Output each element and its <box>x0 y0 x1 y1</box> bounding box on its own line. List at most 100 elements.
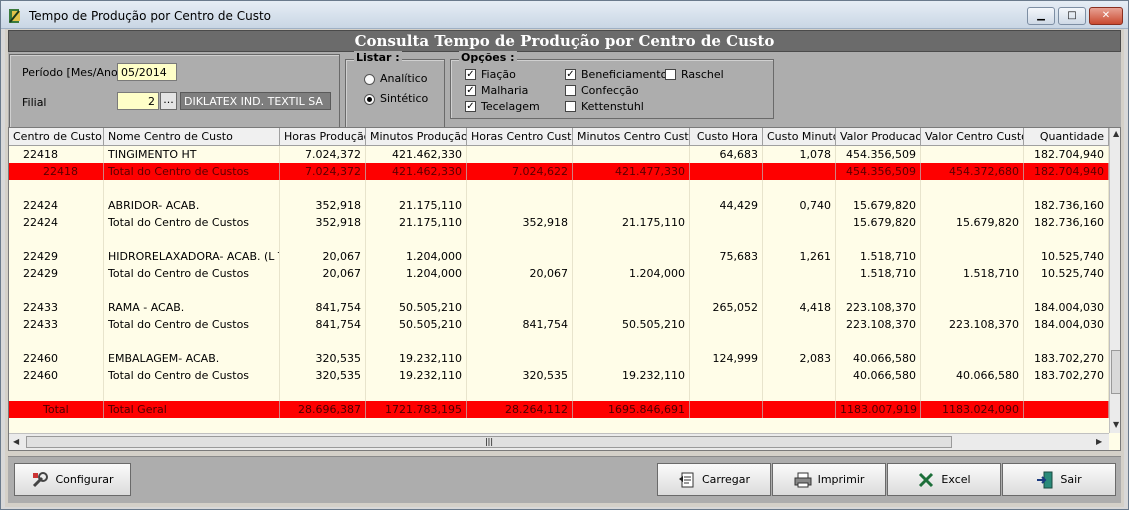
column-header-centro-custo[interactable]: Centro de Custo <box>9 128 104 145</box>
cell-horas-centro-custo <box>467 350 573 367</box>
minimize-button[interactable]: ▁ <box>1027 7 1055 25</box>
column-header-horas-producao[interactable]: Horas Produção <box>280 128 366 145</box>
cell-custo-hora <box>690 265 763 282</box>
cell-quantidade: 10.525,740 <box>1024 248 1109 265</box>
radio-analitico[interactable] <box>364 74 375 85</box>
cell-valor-centro-custo: 223.108,370 <box>921 316 1024 333</box>
scroll-left-icon[interactable]: ◀ <box>13 437 19 446</box>
table-row[interactable] <box>9 282 1109 299</box>
selected-total-row[interactable]: 22418 Total do Centro de Custos 7.024,372 4… <box>9 163 1109 180</box>
page-title: Consulta Tempo de Produção por Centro de… <box>354 32 775 50</box>
cell-horas-producao: 7.024,372 <box>280 163 366 180</box>
column-header-quantidade[interactable]: Quantidade <box>1024 128 1109 145</box>
cell-custo-minuto <box>763 384 836 401</box>
cell-minutos-centro-custo <box>573 231 690 248</box>
table-row[interactable] <box>9 231 1109 248</box>
data-grid[interactable]: Centro de Custo Nome Centro de Custo Horas… <box>8 127 1121 451</box>
table-row[interactable]: 22433 RAMA - ACAB. 841,754 50.505,210 265,05… <box>9 299 1109 316</box>
bottom-toolbar: Configurar Carregar Imprimir Excel Sair <box>8 456 1121 503</box>
cell-valor-producao: 223.108,370 <box>836 299 921 316</box>
cell-minutos-centro-custo: 421.477,330 <box>573 163 690 180</box>
horizontal-scrollbar[interactable]: ◀ ||| ▶ <box>9 433 1109 450</box>
filial-search-button[interactable]: ... <box>160 92 177 110</box>
table-row[interactable]: 22460 EMBALAGEM- ACAB. 320,535 19.232,110 12… <box>9 350 1109 367</box>
cell-valor-producao: 223.108,370 <box>836 316 921 333</box>
close-button[interactable]: ✕ <box>1089 7 1123 25</box>
grand-total-row[interactable]: Total Total Geral 28.696,387 1721.783,195 28… <box>9 401 1109 418</box>
cell-minutos-producao: 50.505,210 <box>366 316 467 333</box>
checkbox-malharia[interactable]: ✓ <box>465 85 476 96</box>
cell-horas-producao: 352,918 <box>280 214 366 231</box>
column-header-minutos-producao[interactable]: Minutos Produção <box>366 128 467 145</box>
cell-valor-producao: 454.356,509 <box>836 163 921 180</box>
scroll-right-icon[interactable]: ▶ <box>1096 437 1102 446</box>
checkbox-kettenstuhl[interactable] <box>565 101 576 112</box>
cell-quantidade: 184.004,030 <box>1024 316 1109 333</box>
table-row[interactable] <box>9 333 1109 350</box>
vertical-scrollbar[interactable]: ▲ ▼ <box>1109 128 1120 433</box>
configurar-button[interactable]: Configurar <box>14 463 131 496</box>
table-row[interactable]: 22460 Total do Centro de Custos 320,535 19.… <box>9 367 1109 384</box>
table-row[interactable]: 22433 Total do Centro de Custos 841,754 50.… <box>9 316 1109 333</box>
window-title: Tempo de Produção por Centro de Custo <box>29 9 272 23</box>
radio-analitico-label: Analítico <box>380 72 428 85</box>
cell-horas-producao: 20,067 <box>280 265 366 282</box>
carregar-label: Carregar <box>701 473 751 486</box>
cell-minutos-centro-custo <box>573 384 690 401</box>
cell-custo-minuto <box>763 214 836 231</box>
exit-door-icon <box>1037 471 1053 488</box>
column-header-valor-producao[interactable]: Valor Producao <box>836 128 921 145</box>
cell-horas-centro-custo <box>467 231 573 248</box>
grid-header: Centro de Custo Nome Centro de Custo Horas… <box>9 128 1109 146</box>
cell-quantidade <box>1024 231 1109 248</box>
checkbox-tecelagem[interactable]: ✓ <box>465 101 476 112</box>
vertical-scroll-thumb[interactable] <box>1111 350 1120 394</box>
cell-custo-minuto <box>763 333 836 350</box>
column-header-horas-centro-custo[interactable]: Horas Centro Custo <box>467 128 573 145</box>
column-header-valor-centro-custo[interactable]: Valor Centro Custo <box>921 128 1024 145</box>
table-row[interactable] <box>9 180 1109 197</box>
filial-code-input[interactable]: 2 <box>117 92 159 110</box>
cell-quantidade: 182.704,940 <box>1024 146 1109 163</box>
radio-sintetico[interactable] <box>364 94 375 105</box>
horizontal-scroll-thumb[interactable]: ||| <box>26 436 952 448</box>
table-row[interactable]: 22424 ABRIDOR- ACAB. 352,918 21.175,110 44,4… <box>9 197 1109 214</box>
checkbox-raschel[interactable] <box>665 69 676 80</box>
checkbox-fiacao-label: Fiação <box>481 68 516 81</box>
checkbox-tecelagem-label: Tecelagem <box>481 100 540 113</box>
column-header-minutos-centro-custo[interactable]: Minutos Centro Custo <box>573 128 690 145</box>
maximize-button[interactable]: □ <box>1058 7 1086 25</box>
excel-button[interactable]: Excel <box>887 463 1001 496</box>
table-row[interactable]: 22429 HIDRORELAXADORA- ACAB. (L T) 20,067 1… <box>9 248 1109 265</box>
cell-quantidade: 183.702,270 <box>1024 350 1109 367</box>
imprimir-button[interactable]: Imprimir <box>772 463 886 496</box>
cell-valor-producao: 15.679,820 <box>836 214 921 231</box>
cell-valor-centro-custo: 40.066,580 <box>921 367 1024 384</box>
cell-valor-producao: 15.679,820 <box>836 197 921 214</box>
scroll-up-icon[interactable]: ▲ <box>1113 129 1119 138</box>
sair-button[interactable]: Sair <box>1002 463 1116 496</box>
table-row[interactable] <box>9 384 1109 401</box>
column-header-custo-minuto[interactable]: Custo Minuto <box>763 128 836 145</box>
checkbox-confeccao[interactable] <box>565 85 576 96</box>
cell-horas-centro-custo <box>467 282 573 299</box>
checkbox-fiacao[interactable]: ✓ <box>465 69 476 80</box>
cell-quantidade: 10.525,740 <box>1024 265 1109 282</box>
table-row[interactable]: 22418 TINGIMENTO HT 7.024,372 421.462,330 64… <box>9 146 1109 163</box>
cell-centro-custo: 22460 <box>9 350 104 367</box>
column-header-custo-hora[interactable]: Custo Hora <box>690 128 763 145</box>
cell-horas-centro-custo: 352,918 <box>467 214 573 231</box>
cell-valor-centro-custo <box>921 384 1024 401</box>
carregar-button[interactable]: Carregar <box>657 463 771 496</box>
cell-valor-producao: 40.066,580 <box>836 350 921 367</box>
checkbox-beneficiamento[interactable]: ✓ <box>565 69 576 80</box>
periodo-input[interactable]: 05/2014 <box>117 63 177 81</box>
table-row[interactable]: 22429 Total do Centro de Custos 20,067 1.20… <box>9 265 1109 282</box>
cell-centro-custo: 22418 <box>9 146 104 163</box>
cell-valor-producao <box>836 231 921 248</box>
cell-horas-producao: 320,535 <box>280 350 366 367</box>
cell-minutos-producao: 1.204,000 <box>366 248 467 265</box>
table-row[interactable]: 22424 Total do Centro de Custos 352,918 21.… <box>9 214 1109 231</box>
scroll-down-icon[interactable]: ▼ <box>1113 420 1119 429</box>
column-header-nome-centro-custo[interactable]: Nome Centro de Custo <box>104 128 280 145</box>
